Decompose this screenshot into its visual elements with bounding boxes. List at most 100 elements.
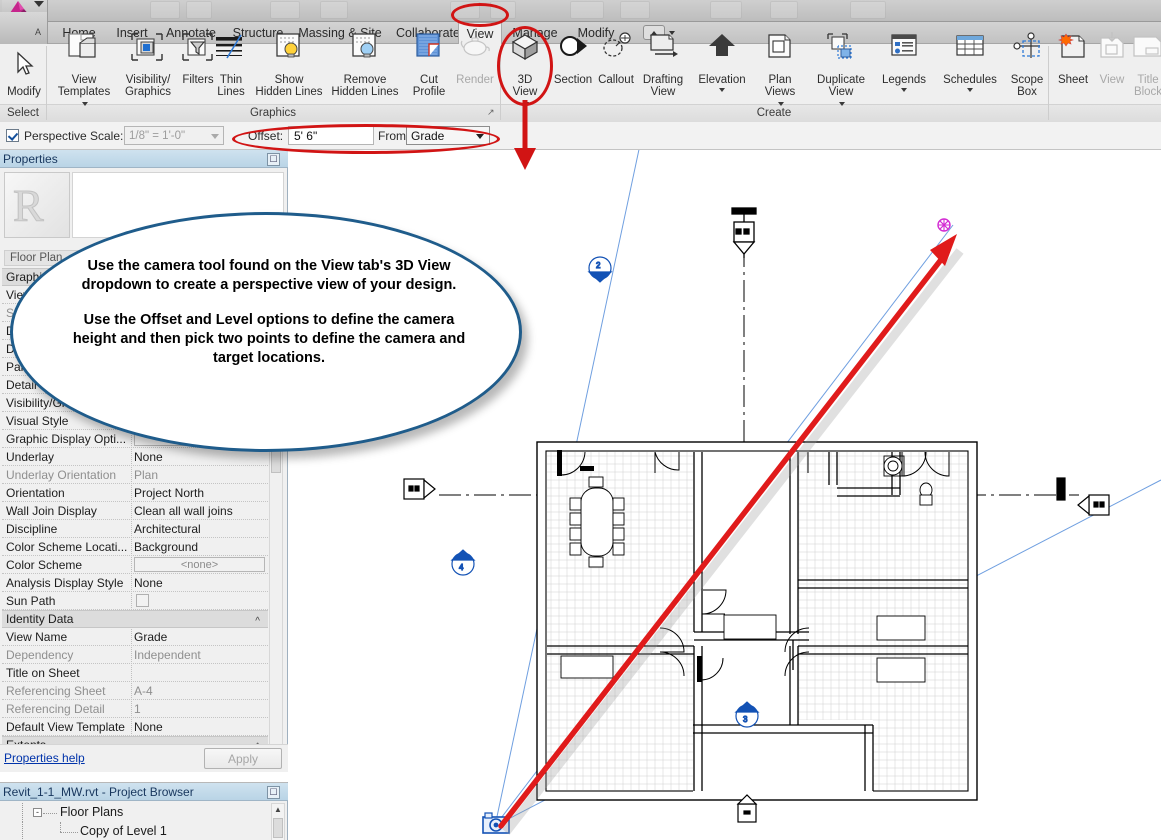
- visibility-graphics-button[interactable]: Visibility/ Graphics: [116, 30, 180, 99]
- thin-lines-icon: [208, 30, 254, 72]
- schedules-label: Schedules: [936, 74, 1004, 87]
- perspective-checkbox[interactable]: [6, 129, 19, 142]
- property-row[interactable]: Title on Sheet: [2, 664, 268, 682]
- legends-icon: [874, 30, 934, 72]
- application-button-letter[interactable]: A: [0, 12, 48, 44]
- properties-close-icon[interactable]: ☐: [267, 153, 280, 166]
- legends-button[interactable]: Legends: [874, 30, 934, 92]
- perspective-label: Perspective: [24, 128, 87, 144]
- property-row[interactable]: Color Scheme Locati... Background: [2, 538, 268, 556]
- 3d-view-button[interactable]: 3D View: [500, 30, 550, 111]
- property-row[interactable]: Discipline Architectural: [2, 520, 268, 538]
- property-value[interactable]: Project North: [134, 484, 266, 502]
- scrollbar-thumb[interactable]: [273, 818, 283, 838]
- property-key: Sun Path: [6, 592, 130, 610]
- sheet-button[interactable]: Sheet: [1052, 30, 1094, 86]
- close-icon[interactable]: ☐: [267, 786, 280, 799]
- property-row[interactable]: Analysis Display Style None: [2, 574, 268, 592]
- scope-box-icon: [1004, 30, 1050, 72]
- property-row[interactable]: View Name Grade: [2, 628, 268, 646]
- thin-lines-button[interactable]: Thin Lines: [208, 30, 254, 99]
- wall-stub: [580, 466, 594, 471]
- property-value[interactable]: Background: [134, 538, 266, 556]
- place-view-icon: [1092, 30, 1132, 72]
- property-row[interactable]: Referencing Sheet A-4: [2, 682, 268, 700]
- property-row[interactable]: Wall Join Display Clean all wall joins: [2, 502, 268, 520]
- sun-path-checkbox[interactable]: [136, 594, 149, 607]
- view-templates-button[interactable]: View Templates: [52, 30, 116, 111]
- plan-views-button[interactable]: Plan Views: [752, 30, 808, 111]
- color-scheme-button[interactable]: <none>: [134, 557, 265, 572]
- from-level-dropdown[interactable]: Grade: [406, 126, 490, 145]
- property-row[interactable]: Referencing Detail 1: [2, 700, 268, 718]
- scope-box-button[interactable]: Scope Box: [1004, 30, 1050, 99]
- property-row[interactable]: Default View Template None: [2, 718, 268, 736]
- project-browser-scrollbar[interactable]: ▲: [271, 803, 285, 840]
- property-value[interactable]: Architectural: [134, 520, 266, 538]
- show-hidden-lines-button[interactable]: Show Hidden Lines: [250, 30, 328, 99]
- tree-node-copy-of-level-1[interactable]: Copy of Level 1: [0, 822, 272, 840]
- chevron-down-icon[interactable]: [523, 102, 529, 106]
- properties-footer: Properties help Apply: [0, 744, 288, 772]
- svg-text:4: 4: [459, 563, 464, 572]
- section-button[interactable]: Section: [548, 30, 598, 86]
- modify-button[interactable]: Modify: [2, 48, 46, 98]
- offset-input[interactable]: 5' 6": [288, 126, 374, 145]
- visibility-graphics-icon: [116, 30, 180, 72]
- duplicate-view-button[interactable]: Duplicate View: [808, 30, 874, 111]
- project-browser-panel: Revit_1-1_MW.rvt - Project Browser ☐ - F…: [0, 782, 288, 840]
- apply-button[interactable]: Apply: [204, 748, 282, 769]
- property-row[interactable]: Orientation Project North: [2, 484, 268, 502]
- tree-node-floor-plans[interactable]: - Floor Plans: [0, 803, 272, 822]
- property-value[interactable]: Grade: [134, 628, 266, 646]
- property-value[interactable]: None: [134, 574, 266, 592]
- expander-icon[interactable]: -: [33, 808, 42, 817]
- view-templates-label-1: View: [52, 74, 116, 87]
- chevron-down-icon[interactable]: [719, 88, 725, 92]
- panel-label-select: Select: [0, 104, 46, 122]
- cut-profile-label-2: Profile: [404, 86, 454, 99]
- cut-profile-button[interactable]: Cut Profile: [404, 30, 454, 99]
- visibility-graphics-label-2: Graphics: [116, 86, 180, 99]
- from-label: From: [378, 128, 406, 144]
- schedules-button[interactable]: Schedules: [936, 30, 1004, 92]
- place-view-button[interactable]: View: [1092, 30, 1132, 86]
- property-row[interactable]: Color Scheme <none>: [2, 556, 268, 574]
- remove-hidden-lines-button[interactable]: Remove Hidden Lines: [326, 30, 404, 99]
- 3d-view-label-1: 3D: [500, 74, 550, 87]
- scroll-up-icon[interactable]: ▲: [273, 805, 283, 816]
- chevron-down-icon[interactable]: [967, 88, 973, 92]
- title-block-button[interactable]: Title Block: [1128, 30, 1161, 99]
- property-group-identity-data[interactable]: Identity Data ^: [2, 610, 268, 628]
- scale-dropdown[interactable]: 1/8" = 1'-0": [124, 126, 224, 145]
- property-value[interactable]: None: [134, 718, 266, 736]
- plan-views-label-2: Views: [752, 86, 808, 99]
- place-view-label: View: [1092, 74, 1132, 87]
- chevron-down-icon[interactable]: [901, 88, 907, 92]
- drafting-view-button[interactable]: Drafting View: [634, 30, 692, 99]
- render-button[interactable]: Render: [450, 30, 500, 86]
- property-row[interactable]: Underlay Orientation Plan: [2, 466, 268, 484]
- show-hidden-lines-label-2: Hidden Lines: [250, 86, 328, 99]
- chevron-down-icon[interactable]: [839, 102, 845, 106]
- chevron-down-icon[interactable]: [82, 102, 88, 106]
- render-teapot-icon: [450, 30, 500, 72]
- cut-profile-icon: [404, 30, 454, 72]
- property-row[interactable]: Dependency Independent: [2, 646, 268, 664]
- chevron-down-icon[interactable]: [778, 102, 784, 106]
- remove-hidden-lines-label-1: Remove: [326, 74, 404, 87]
- property-value[interactable]: Clean all wall joins: [134, 502, 266, 520]
- quick-access-toolbar-ghost: [150, 0, 950, 22]
- drafting-view-label-1: Drafting: [634, 74, 692, 87]
- property-key: Discipline: [6, 520, 130, 538]
- properties-help-link[interactable]: Properties help: [4, 751, 85, 765]
- callout-button[interactable]: Callout: [592, 30, 640, 86]
- elevation-button[interactable]: Elevation: [690, 30, 754, 92]
- svg-text:3: 3: [743, 715, 748, 724]
- panel-dialog-launcher-graphics[interactable]: ↗: [487, 107, 495, 118]
- property-key: Referencing Sheet: [6, 682, 130, 700]
- property-key: Color Scheme Locati...: [6, 538, 130, 556]
- elevation-marker-icon: [1057, 478, 1109, 515]
- sheet-icon: [1052, 30, 1094, 72]
- property-row[interactable]: Sun Path: [2, 592, 268, 610]
